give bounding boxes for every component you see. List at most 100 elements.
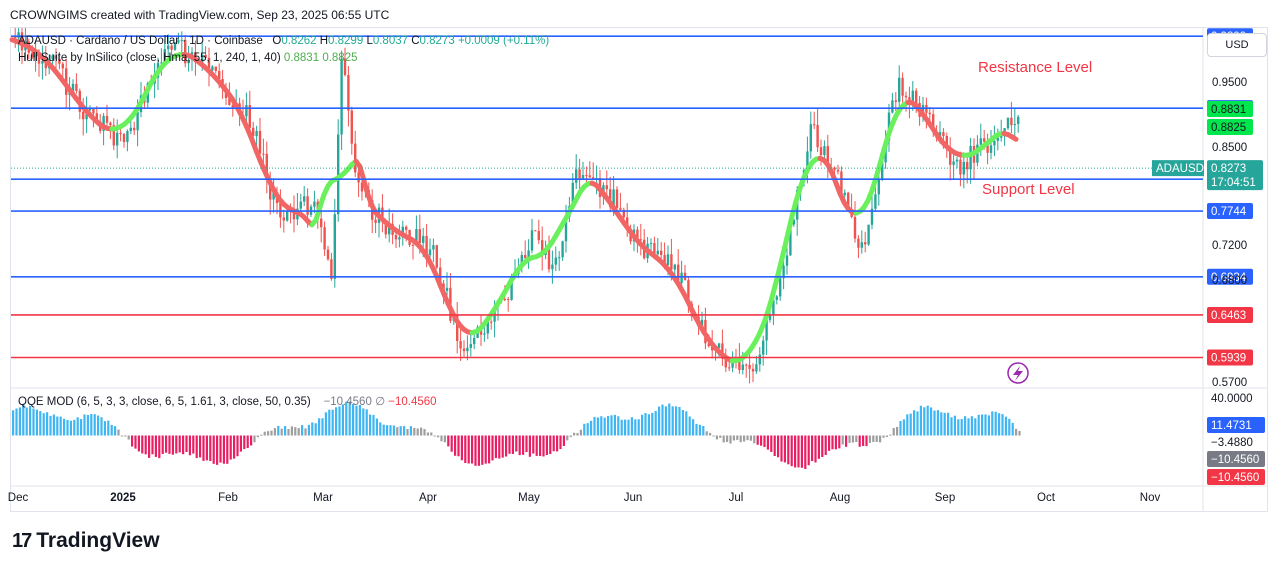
- qqe-bar: [596, 417, 599, 436]
- qqe-bar: [522, 435, 525, 455]
- qqe-bar: [59, 416, 62, 436]
- candle-body: [680, 272, 683, 284]
- qqe-bar: [780, 435, 783, 462]
- qqe-bar: [426, 432, 429, 436]
- candle-body: [119, 132, 122, 135]
- candle-body: [993, 140, 996, 146]
- qqe-bar: [974, 418, 977, 436]
- candle-body: [340, 58, 343, 135]
- qqe-bar: [654, 410, 657, 436]
- qqe-bar: [80, 419, 83, 436]
- qqe-bar: [879, 435, 882, 443]
- qqe-bar: [862, 435, 865, 446]
- candle-body: [656, 250, 659, 255]
- candle-body: [768, 315, 772, 320]
- candle-body: [775, 296, 778, 300]
- qqe-bar: [379, 422, 382, 436]
- qqe-bar: [97, 415, 100, 436]
- alert-lightning-icon-glyph: [1013, 366, 1023, 381]
- qqe-bar: [148, 435, 151, 458]
- qqe-bar: [188, 435, 191, 456]
- qqe-bar: [375, 418, 378, 436]
- qqe-bar: [131, 435, 134, 447]
- qqe-bar: [321, 418, 324, 436]
- candle-body: [258, 130, 262, 154]
- qqe-bar: [69, 420, 72, 436]
- symbol-name[interactable]: ADAUSD · Cardano / US Dollar · 1D · Coin…: [18, 35, 263, 47]
- candle-body: [473, 337, 476, 345]
- tradingview-logo[interactable]: 17 TradingView: [12, 529, 160, 553]
- qqe-bar: [273, 428, 276, 436]
- qqe-indicator-name[interactable]: QQE MOD (6, 5, 3, 3, close, 6, 5, 1.61, …: [18, 396, 311, 408]
- candle-body: [989, 145, 993, 153]
- candle-body: [813, 124, 816, 126]
- candle-body: [374, 219, 377, 223]
- price-tick-4: 0.5700: [1212, 377, 1247, 389]
- qqe-bar: [641, 414, 644, 436]
- qqe-bar: [423, 429, 426, 436]
- qqe-bar: [702, 425, 705, 436]
- qqe-bar: [362, 408, 365, 436]
- qqe-bar: [120, 435, 123, 437]
- qqe-bar: [83, 414, 86, 436]
- high-value: 0.8299: [328, 35, 364, 47]
- qqe-bar: [192, 435, 195, 454]
- currency-button[interactable]: USD: [1207, 33, 1267, 57]
- candle-body: [547, 249, 551, 270]
- price-chart[interactable]: 0.98990.90120.81370.77440.69340.64630.59…: [0, 0, 1281, 571]
- level-label-3: 0.7744: [1211, 206, 1247, 218]
- time-label-0: Dec: [8, 492, 29, 504]
- qqe-bar: [549, 435, 552, 454]
- candle-body: [867, 224, 870, 245]
- candle-body: [75, 83, 78, 91]
- qqe-bar: [158, 435, 161, 459]
- hull-legend: Hull Suite by InSilico (close, Hma, 55, …: [18, 52, 358, 64]
- candle-body: [857, 238, 860, 248]
- qqe-bar: [736, 435, 739, 440]
- resistance-annotation: Resistance Level: [978, 59, 1093, 76]
- qqe-bar: [229, 435, 232, 460]
- qqe-bar: [216, 435, 219, 465]
- qqe-bar: [420, 427, 423, 436]
- qqe-bar: [930, 407, 933, 436]
- candle-body: [755, 364, 758, 372]
- qqe-bar: [586, 423, 589, 436]
- candle-body: [561, 241, 564, 258]
- qqe-bar: [610, 415, 613, 436]
- qqe-bar: [328, 409, 331, 436]
- candle-body: [585, 175, 588, 177]
- qqe-bar: [865, 435, 868, 447]
- qqe-bar: [437, 435, 440, 438]
- candle-body: [728, 367, 731, 369]
- qqe-bar: [559, 435, 562, 450]
- qqe-bar: [658, 406, 661, 436]
- hull-indicator-name[interactable]: Hull Suite by InSilico (close, Hma, 55, …: [18, 52, 281, 64]
- qqe-bar: [528, 435, 531, 457]
- qqe-bar: [535, 435, 538, 456]
- time-label-2: Feb: [218, 492, 238, 504]
- qqe-bar: [443, 435, 446, 443]
- qqe-bar: [66, 419, 69, 436]
- qqe-bar: [22, 403, 25, 436]
- qqe-bar: [450, 435, 453, 452]
- qqe-bar: [603, 417, 606, 436]
- candle-body: [411, 244, 415, 246]
- candle-body: [578, 169, 581, 179]
- qqe-tick-1: 11.4731: [1211, 420, 1252, 432]
- qqe-bar: [933, 410, 936, 436]
- candle-body: [445, 287, 449, 291]
- candle-body: [462, 348, 466, 352]
- qqe-bar: [705, 431, 708, 436]
- candle-body: [211, 66, 214, 71]
- qqe-bar: [171, 435, 174, 455]
- qqe-bar: [141, 435, 144, 454]
- qqe-bar: [246, 435, 249, 448]
- qqe-bar: [396, 427, 399, 436]
- qqe-bar: [389, 425, 392, 436]
- qqe-bar: [103, 421, 106, 436]
- qqe-null-icon: ∅: [375, 396, 386, 408]
- qqe-bar: [953, 415, 956, 436]
- qqe-bar: [532, 435, 535, 454]
- candle-body: [320, 218, 323, 228]
- qqe-bar: [545, 435, 548, 455]
